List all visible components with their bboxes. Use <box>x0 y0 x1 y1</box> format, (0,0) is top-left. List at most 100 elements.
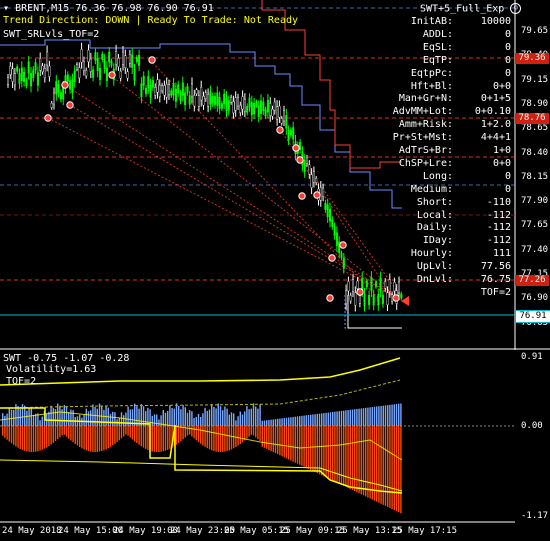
hist-bar <box>301 426 303 466</box>
candle-body <box>94 52 97 61</box>
candle-body <box>69 80 72 90</box>
hist-bar <box>255 406 257 426</box>
hist-bar <box>197 426 200 443</box>
hist-bar <box>101 426 103 451</box>
hist-bar <box>83 414 85 426</box>
hist-bar <box>37 426 39 452</box>
hist-bar <box>206 426 208 449</box>
hist-bar <box>32 414 35 426</box>
hist-bar <box>30 408 32 426</box>
panel-key: UpLvl: <box>416 261 453 273</box>
candle-body <box>266 99 269 113</box>
panel-row: Short: -110 <box>395 197 515 209</box>
candle-body <box>115 51 118 65</box>
signal-marker <box>339 241 347 249</box>
panel-value: 0 <box>504 41 511 53</box>
hist-bar <box>140 426 142 447</box>
hist-bar <box>24 426 26 451</box>
hist-bar <box>138 426 140 445</box>
hist-bar <box>338 411 340 426</box>
panel-key: InitAB: <box>410 16 453 27</box>
panel-value: 0 <box>504 28 511 40</box>
candle-body <box>262 101 265 111</box>
hist-bar <box>81 426 83 449</box>
hist-bar <box>92 426 94 452</box>
signal-marker <box>328 254 336 262</box>
hist-bar <box>246 406 248 426</box>
sub-axis-bottom: -1.17 <box>521 511 549 521</box>
hist-bar <box>208 409 211 426</box>
hist-bar <box>26 410 28 426</box>
swt-oscillator-chart[interactable] <box>0 350 515 523</box>
hist-bar <box>32 426 35 452</box>
candle-body <box>43 68 46 79</box>
candle-body <box>377 293 380 306</box>
hist-bar <box>164 412 167 426</box>
hist-bar <box>39 426 41 451</box>
panel-value: TOF=2 <box>480 286 511 298</box>
panel-key: Hourly: <box>410 248 453 260</box>
hist-bar <box>314 414 316 426</box>
hist-bar <box>96 426 98 452</box>
hist-bar <box>373 406 376 426</box>
candle-body <box>365 281 368 288</box>
hist-bar <box>76 426 79 446</box>
candle-body <box>287 130 290 141</box>
hist-bar <box>224 426 226 452</box>
price-tag-upper: 79.36 <box>515 53 549 64</box>
panel-key: Daily: <box>416 222 453 234</box>
hist-bar <box>288 426 290 460</box>
hist-bar <box>39 420 41 426</box>
hist-bar <box>367 426 369 498</box>
panel-value: 77.56 <box>480 261 511 273</box>
candle-body <box>53 92 56 105</box>
hist-bar <box>305 415 307 426</box>
hist-bar <box>318 426 321 475</box>
hist-bar <box>305 426 307 468</box>
panel-value: 0 <box>504 54 511 66</box>
candle-body <box>9 65 12 75</box>
expert-status-icon[interactable]: ☺ <box>510 3 522 14</box>
hist-bar <box>85 426 87 451</box>
hist-bar <box>316 413 318 426</box>
hist-bar <box>294 426 296 463</box>
hist-bar <box>312 414 314 426</box>
hist-bar <box>142 426 145 448</box>
collapse-icon[interactable]: ▾ <box>3 3 9 14</box>
symbol-header: BRENT,M15 76.36 76.98 76.90 76.91 <box>15 3 214 14</box>
candle-body <box>110 60 113 66</box>
candle-body <box>156 79 159 93</box>
hist-bar <box>391 426 393 510</box>
hist-bar <box>318 413 321 426</box>
hist-bar <box>134 426 136 442</box>
signal-marker <box>61 81 69 89</box>
hist-bar <box>248 409 250 426</box>
hist-bar <box>257 426 259 440</box>
hist-bar <box>61 426 63 436</box>
hist-bar <box>15 426 17 447</box>
hist-bar <box>303 426 305 467</box>
candle-body <box>96 58 99 72</box>
panel-row: DnLvl: 76.75 <box>395 274 515 286</box>
hist-bar <box>8 426 10 442</box>
signal-marker <box>296 156 304 164</box>
hist-bar <box>222 410 224 426</box>
panel-key: Hft+Bl: <box>410 80 453 92</box>
panel-row: TOF=2 <box>395 287 515 299</box>
hist-bar <box>63 404 65 426</box>
hist-bar <box>19 426 21 449</box>
hist-bar <box>294 416 296 426</box>
panel-value: 111 <box>492 248 511 260</box>
hist-bar <box>327 412 329 426</box>
hist-bar <box>204 407 206 426</box>
hist-bar <box>70 409 72 426</box>
hist-bar <box>6 413 8 426</box>
hist-bar <box>109 426 112 447</box>
hist-bar <box>329 412 332 426</box>
hist-bar <box>112 411 114 426</box>
candle-body <box>55 81 58 95</box>
candle-body <box>188 95 191 105</box>
candle-body <box>241 96 244 110</box>
hist-bar <box>255 426 257 438</box>
panel-row: Daily: -112 <box>395 222 515 234</box>
